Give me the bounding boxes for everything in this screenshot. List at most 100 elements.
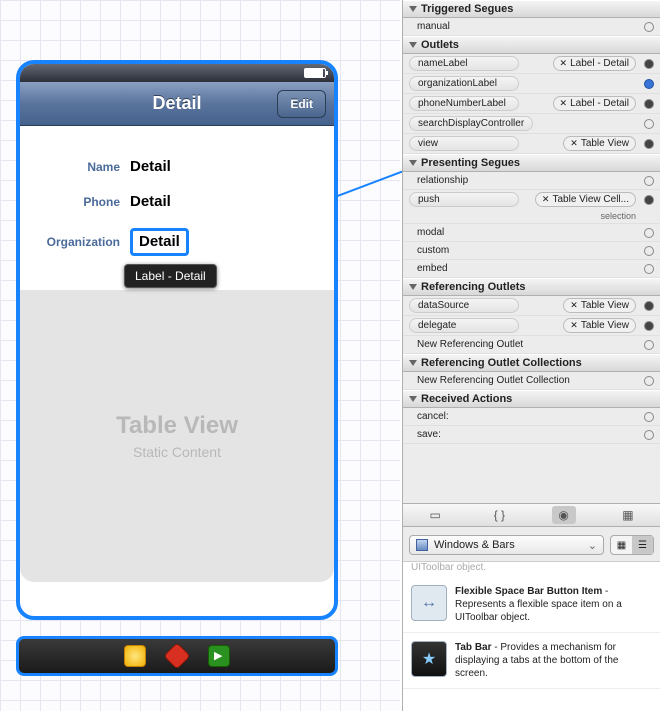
connect-circle-icon[interactable] — [644, 195, 654, 205]
connect-circle-icon[interactable] — [644, 430, 654, 440]
connection-pill[interactable]: ✕Table View — [563, 298, 636, 313]
section-outlets[interactable]: Outlets — [403, 36, 660, 54]
connect-circle-icon[interactable] — [644, 22, 654, 32]
disclosure-icon — [409, 42, 417, 48]
first-responder-icon[interactable] — [124, 645, 146, 667]
ref-delegate[interactable]: delegate ✕Table View — [403, 316, 660, 336]
library-items[interactable]: UIToolbar object. ↔ Flexible Space Bar B… — [403, 561, 660, 711]
connect-circle-icon[interactable] — [644, 412, 654, 422]
nav-title: Detail — [152, 93, 201, 114]
outlet-organizationlabel[interactable]: organizationLabel — [403, 74, 660, 94]
section-referencing-collections[interactable]: Referencing Outlet Collections — [403, 354, 660, 372]
segue-embed[interactable]: embed — [403, 260, 660, 278]
section-presenting-segues[interactable]: Presenting Segues — [403, 154, 660, 172]
connection-pill[interactable]: ✕Table View — [563, 318, 636, 333]
connect-circle-icon[interactable] — [644, 176, 654, 186]
status-bar — [20, 64, 334, 82]
ref-new[interactable]: New Referencing Outlet — [403, 336, 660, 354]
section-received-actions[interactable]: Received Actions — [403, 390, 660, 408]
library-tabbar: ▭ { } ◉ ▦ — [403, 503, 660, 527]
connect-circle-icon[interactable] — [644, 79, 654, 89]
connect-circle-icon[interactable] — [644, 139, 654, 149]
connect-circle-icon[interactable] — [644, 264, 654, 274]
library-view-toggle[interactable]: ▦ ☰ — [610, 535, 654, 555]
flexible-space-icon: ↔ — [411, 585, 447, 621]
outlet-phonenumberlabel[interactable]: phoneNumberLabel ✕Label - Detail — [403, 94, 660, 114]
segue-custom[interactable]: custom — [403, 242, 660, 260]
connection-pill[interactable]: ✕Label - Detail — [553, 96, 636, 111]
battery-icon — [304, 68, 326, 78]
chevron-updown-icon: ⌄ — [588, 539, 597, 552]
label-phone: Phone — [30, 195, 130, 209]
value-name[interactable]: Detail — [130, 158, 171, 175]
tab-file-templates-icon[interactable]: ▭ — [423, 506, 447, 524]
row-phone: Phone Detail — [30, 193, 324, 210]
connect-circle-icon[interactable] — [644, 228, 654, 238]
disclosure-icon — [409, 284, 417, 290]
tab-objects-icon[interactable]: ◉ — [552, 506, 576, 524]
connections-inspector: Triggered Segues manual Outlets nameLabe… — [402, 0, 660, 711]
row-manual[interactable]: manual — [403, 18, 660, 36]
action-cancel[interactable]: cancel: — [403, 408, 660, 426]
connect-circle-icon[interactable] — [644, 246, 654, 256]
connect-circle-icon[interactable] — [644, 99, 654, 109]
grid-view-icon[interactable]: ▦ — [611, 536, 632, 554]
outlet-namelabel[interactable]: nameLabel ✕Label - Detail — [403, 54, 660, 74]
table-view-placeholder[interactable]: Table View Static Content — [20, 290, 334, 582]
ref-datasource[interactable]: dataSource ✕Table View — [403, 296, 660, 316]
library-item-flexible-space[interactable]: ↔ Flexible Space Bar Button Item - Repre… — [403, 577, 660, 633]
scene-dock — [16, 636, 338, 676]
label-organization: Organization — [30, 235, 130, 249]
tableview-title: Table View — [116, 412, 238, 440]
row-name: Name Detail — [30, 158, 324, 175]
push-subtitle: selection — [600, 211, 654, 221]
connect-circle-icon[interactable] — [644, 59, 654, 69]
connection-pill[interactable]: ✕Table View — [563, 136, 636, 151]
section-referencing-outlets[interactable]: Referencing Outlets — [403, 278, 660, 296]
connect-circle-icon[interactable] — [644, 119, 654, 129]
connect-circle-icon[interactable] — [644, 301, 654, 311]
connection-pill[interactable]: ✕Label - Detail — [553, 56, 636, 71]
label-name: Name — [30, 160, 130, 174]
edit-button[interactable]: Edit — [277, 90, 326, 118]
connect-circle-icon[interactable] — [644, 376, 654, 386]
cube-icon — [416, 539, 428, 551]
tab-bar-icon: ★ — [411, 641, 447, 677]
tab-code-snippets-icon[interactable]: { } — [487, 506, 511, 524]
disclosure-icon — [409, 396, 417, 402]
action-save[interactable]: save: — [403, 426, 660, 444]
close-icon[interactable]: ✕ — [570, 320, 578, 331]
segue-modal[interactable]: modal — [403, 224, 660, 242]
library-filter-row: Windows & Bars ⌄ ▦ ☰ — [403, 531, 660, 559]
connection-pill[interactable]: ✕Table View Cell... — [535, 192, 636, 207]
value-organization: Detail — [139, 233, 180, 250]
close-icon[interactable]: ✕ — [560, 58, 568, 69]
connect-circle-icon[interactable] — [644, 340, 654, 350]
outlet-view[interactable]: view ✕Table View — [403, 134, 660, 154]
close-icon[interactable]: ✕ — [570, 300, 578, 311]
close-icon[interactable]: ✕ — [542, 194, 550, 205]
refcol-new[interactable]: New Referencing Outlet Collection — [403, 372, 660, 390]
selected-label[interactable]: Detail — [130, 228, 189, 256]
iphone-mock: Detail Edit Name Detail Phone Detail Org… — [16, 60, 338, 620]
value-phone[interactable]: Detail — [130, 193, 171, 210]
library-item-tab-bar[interactable]: ★ Tab Bar - Provides a mechanism for dis… — [403, 633, 660, 689]
close-icon[interactable]: ✕ — [570, 138, 578, 149]
segue-push[interactable]: push ✕Table View Cell... selection — [403, 190, 660, 224]
tooltip-label-detail: Label - Detail — [124, 264, 217, 288]
disclosure-icon — [409, 360, 417, 366]
exit-icon[interactable] — [208, 645, 230, 667]
connect-circle-icon[interactable] — [644, 321, 654, 331]
section-triggered-segues[interactable]: Triggered Segues — [403, 0, 660, 18]
view-controller-icon[interactable] — [165, 644, 190, 669]
row-organization: Organization Detail — [30, 228, 324, 256]
segue-relationship[interactable]: relationship — [403, 172, 660, 190]
close-icon[interactable]: ✕ — [560, 98, 568, 109]
disclosure-icon — [409, 160, 417, 166]
tab-media-icon[interactable]: ▦ — [616, 506, 640, 524]
library-category-combo[interactable]: Windows & Bars ⌄ — [409, 535, 604, 555]
tableview-subtitle: Static Content — [133, 444, 221, 460]
list-view-icon[interactable]: ☰ — [632, 536, 653, 554]
outlet-searchdisplaycontroller[interactable]: searchDisplayController — [403, 114, 660, 134]
disclosure-icon — [409, 6, 417, 12]
